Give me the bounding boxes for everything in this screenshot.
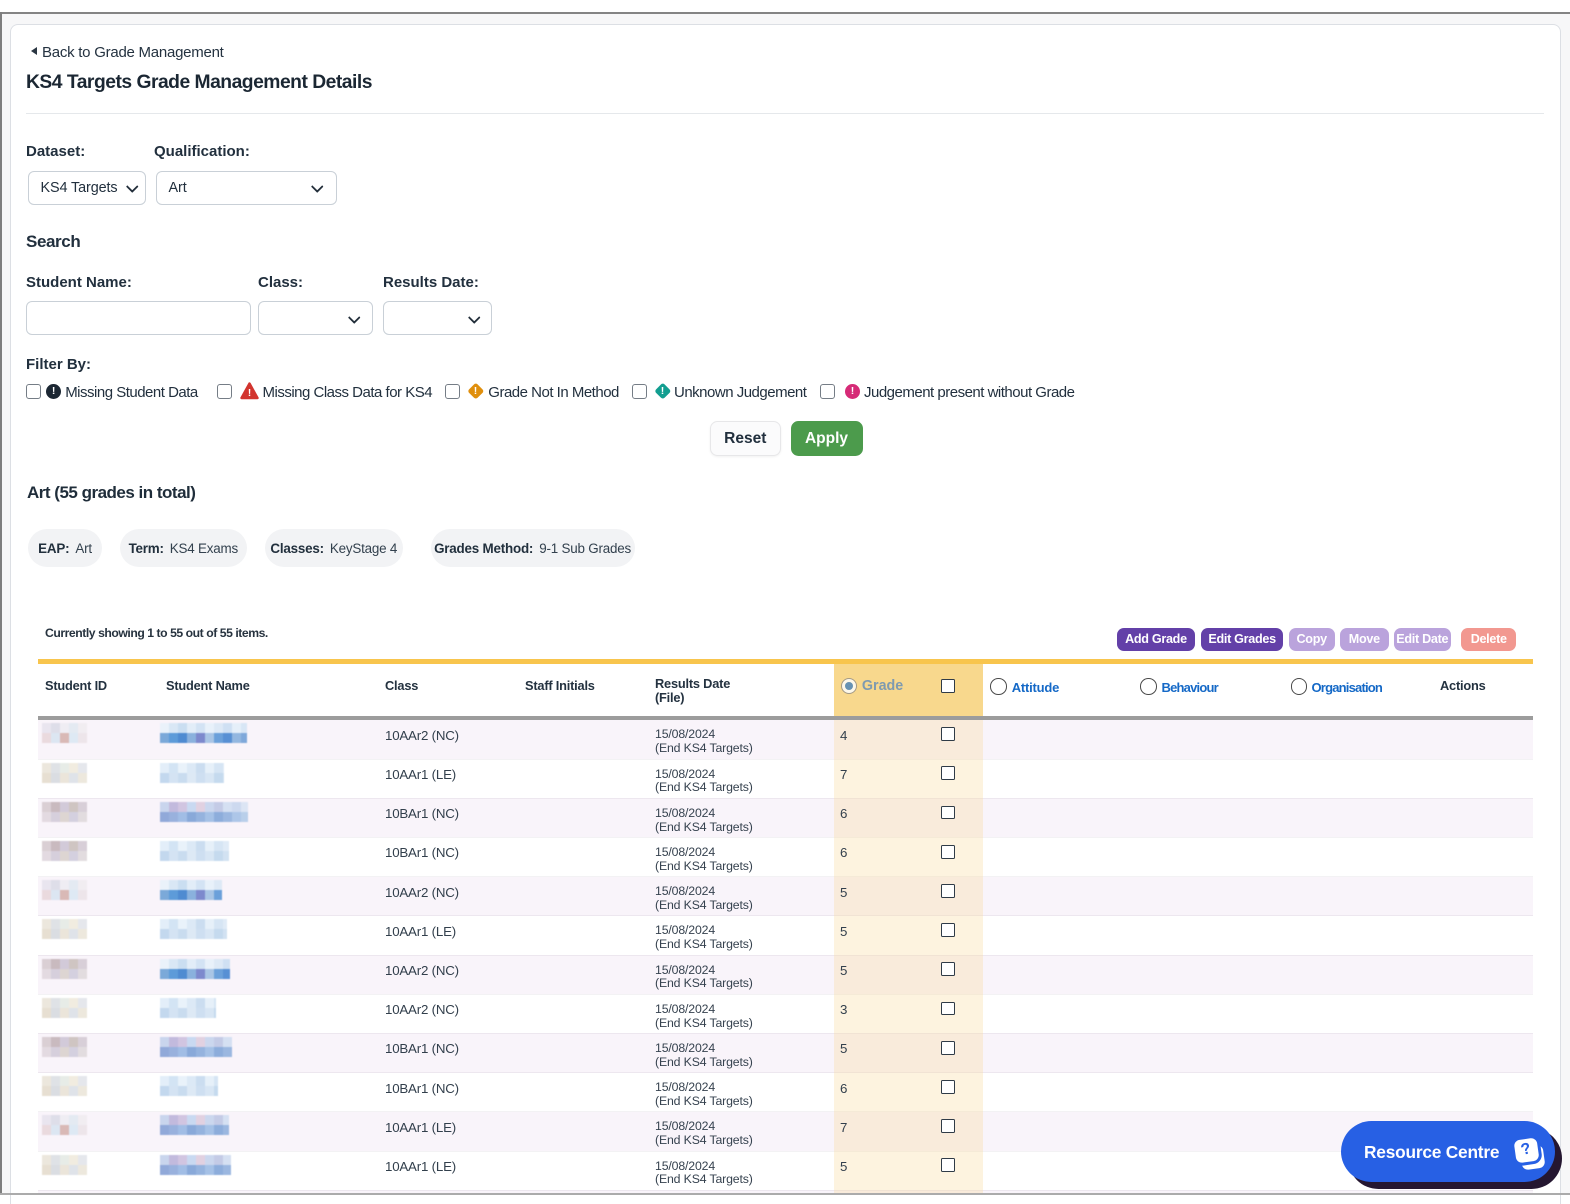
svg-text:!: ! [248,388,251,399]
